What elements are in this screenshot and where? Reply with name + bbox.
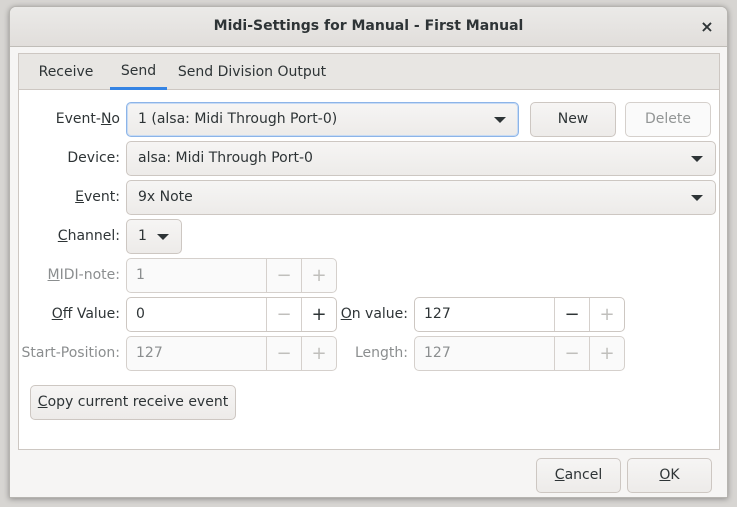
start-position-spin[interactable]: 127 − +	[126, 336, 337, 371]
event-combo[interactable]: 9x Note	[126, 180, 716, 215]
event-no-combo[interactable]: 1 (alsa: Midi Through Port-0)	[126, 102, 519, 137]
channel-label-rest: hannel:	[67, 228, 120, 244]
ok-label: K	[670, 467, 680, 483]
start-position-label: Start-Position:	[21, 345, 120, 361]
on-value-value: 127	[424, 306, 451, 322]
cancel-label: ancel	[564, 467, 603, 483]
channel-label-mnemonic: C	[57, 228, 68, 244]
midi-note-label-rest: IDI-note:	[59, 267, 120, 283]
plus-icon[interactable]: +	[301, 337, 336, 370]
off-value-spin[interactable]: 0 − +	[126, 297, 337, 332]
channel-value: 1	[138, 228, 147, 244]
midi-note-value: 1	[136, 267, 145, 283]
event-value: 9x Note	[138, 189, 193, 205]
minus-icon[interactable]: −	[554, 298, 589, 331]
start-position-value: 127	[136, 345, 163, 361]
chevron-down-icon	[157, 234, 169, 240]
on-value-label: On value:	[337, 305, 408, 323]
minus-icon[interactable]: −	[554, 337, 589, 370]
ok-button[interactable]: OK	[627, 458, 712, 493]
tab-send-division-output[interactable]: Send Division Output	[177, 54, 327, 90]
event-label: Event:	[19, 188, 120, 206]
copy-receive-event-button[interactable]: Copy current receive event	[30, 385, 236, 420]
plus-icon[interactable]: +	[301, 298, 336, 331]
plus-icon[interactable]: +	[589, 298, 624, 331]
channel-label: Channel:	[19, 227, 120, 245]
off-value-label-mnemonic: O	[51, 306, 63, 322]
event-label-mnemonic: E	[75, 189, 85, 205]
off-value-label-rest: ff Value:	[62, 306, 120, 322]
device-combo[interactable]: alsa: Midi Through Port-0	[126, 141, 716, 176]
off-value-label: Off Value:	[19, 305, 120, 323]
tab-bar: Receive Send Send Division Output	[19, 54, 719, 90]
on-value-label-mnemonic: O	[340, 306, 352, 322]
tab-send[interactable]: Send	[110, 54, 167, 90]
ok-mnemonic: O	[659, 467, 671, 483]
event-no-label-a: Event-	[55, 111, 101, 127]
minus-icon[interactable]: −	[266, 337, 301, 370]
copy-button-label: opy current receive event	[47, 394, 229, 410]
minus-icon[interactable]: −	[266, 259, 301, 292]
length-value: 127	[424, 345, 451, 361]
titlebar: Midi-Settings for Manual - First Manual …	[10, 7, 727, 47]
event-label-rest: vent:	[84, 189, 120, 205]
midi-note-spin[interactable]: 1 − +	[126, 258, 337, 293]
delete-button[interactable]: Delete	[625, 102, 711, 137]
device-value: alsa: Midi Through Port-0	[138, 150, 313, 166]
cancel-mnemonic: C	[554, 467, 565, 483]
cancel-button[interactable]: Cancel	[536, 458, 621, 493]
midi-note-label: MIDI-note:	[19, 266, 120, 284]
event-no-value: 1 (alsa: Midi Through Port-0)	[138, 111, 338, 127]
midi-note-label-mnemonic: M	[47, 267, 60, 283]
chevron-down-icon	[494, 117, 506, 123]
event-no-label-b: o	[111, 111, 120, 127]
on-value-label-rest: n value:	[351, 306, 408, 322]
device-label: Device:	[67, 150, 120, 166]
chevron-down-icon	[691, 156, 703, 162]
plus-icon[interactable]: +	[589, 337, 624, 370]
notebook: Receive Send Send Division Output Event-…	[18, 53, 720, 450]
dialog-window: Midi-Settings for Manual - First Manual …	[9, 6, 728, 498]
channel-combo[interactable]: 1	[126, 219, 182, 254]
length-spin[interactable]: 127 − +	[414, 336, 625, 371]
on-value-spin[interactable]: 127 − +	[414, 297, 625, 332]
off-value-value: 0	[136, 306, 145, 322]
plus-icon[interactable]: +	[301, 259, 336, 292]
close-icon[interactable]: ×	[695, 15, 719, 39]
event-no-label-mnemonic: N	[100, 111, 112, 127]
new-button[interactable]: New	[530, 102, 616, 137]
length-label: Length:	[354, 345, 408, 361]
event-no-label: Event-No	[19, 110, 120, 128]
chevron-down-icon	[691, 195, 703, 201]
minus-icon[interactable]: −	[266, 298, 301, 331]
copy-button-mnemonic: C	[37, 394, 48, 410]
tab-receive[interactable]: Receive	[31, 54, 101, 90]
window-title: Midi-Settings for Manual - First Manual	[213, 18, 524, 34]
